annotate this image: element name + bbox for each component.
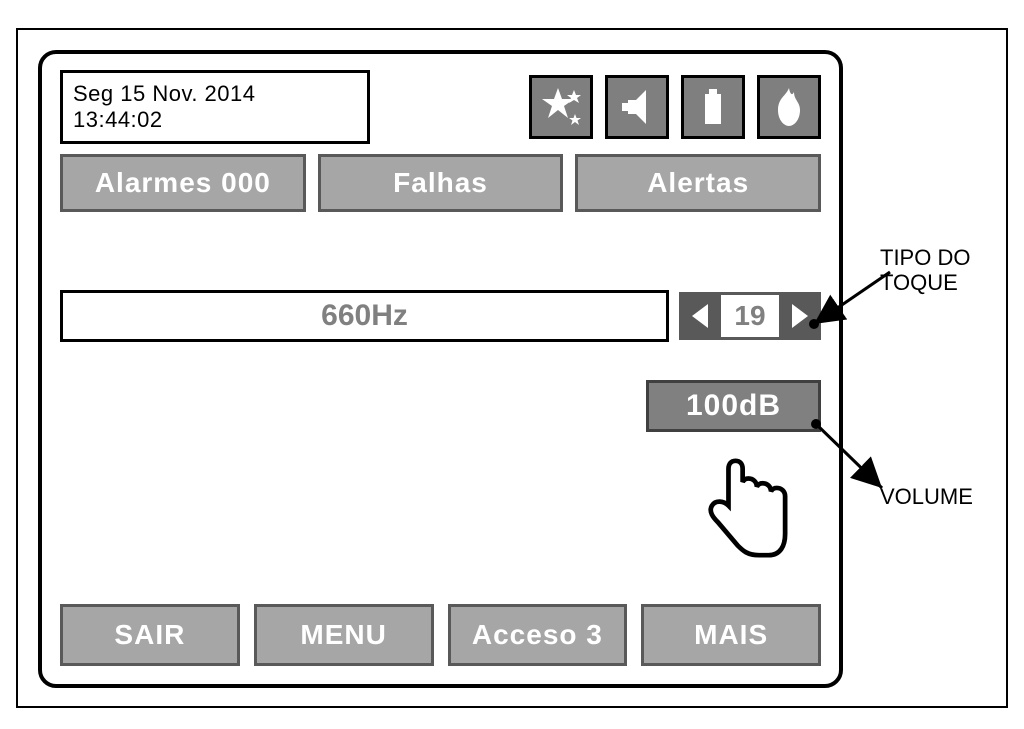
tab-faults[interactable]: Falhas [318,154,564,212]
content-area: 660Hz 19 100dB [42,290,839,342]
ringtone-next-button[interactable] [779,292,821,340]
access-button[interactable]: Acceso 3 [448,604,628,666]
more-button[interactable]: MAIS [641,604,821,666]
annotation-ring-type: TIPO DO TOQUE [880,245,970,296]
flame-icon[interactable] [757,75,821,139]
time-text: 13:44:02 [73,107,163,132]
datetime-display: Seg 15 Nov. 2014 13:44:02 [60,70,370,144]
ringtone-index: 19 [721,292,779,340]
menu-button[interactable]: MENU [254,604,434,666]
outer-frame: Seg 15 Nov. 2014 13:44:02 [16,28,1008,708]
chevron-right-icon [792,304,808,328]
speaker-icon[interactable] [605,75,669,139]
chevron-left-icon [692,304,708,328]
star-icon[interactable] [529,75,593,139]
ringtone-stepper: 19 [679,292,821,340]
annotation-volume: VOLUME [880,484,973,509]
header-icons [529,75,821,139]
device-screen: Seg 15 Nov. 2014 13:44:02 [38,50,843,688]
volume-button[interactable]: 100dB [646,380,821,432]
header-row: Seg 15 Nov. 2014 13:44:02 [42,54,839,144]
tab-alerts[interactable]: Alertas [575,154,821,212]
tabs-row: Alarmes 000 Falhas Alertas [42,144,839,212]
tab-alarms[interactable]: Alarmes 000 [60,154,306,212]
hand-cursor-icon [696,449,794,567]
battery-icon[interactable] [681,75,745,139]
ringtone-frequency: 660Hz [60,290,669,342]
exit-button[interactable]: SAIR [60,604,240,666]
ringtone-row: 660Hz 19 [60,290,821,342]
date-text: Seg 15 Nov. 2014 [73,81,256,106]
ringtone-prev-button[interactable] [679,292,721,340]
footer-row: SAIR MENU Acceso 3 MAIS [60,604,821,666]
